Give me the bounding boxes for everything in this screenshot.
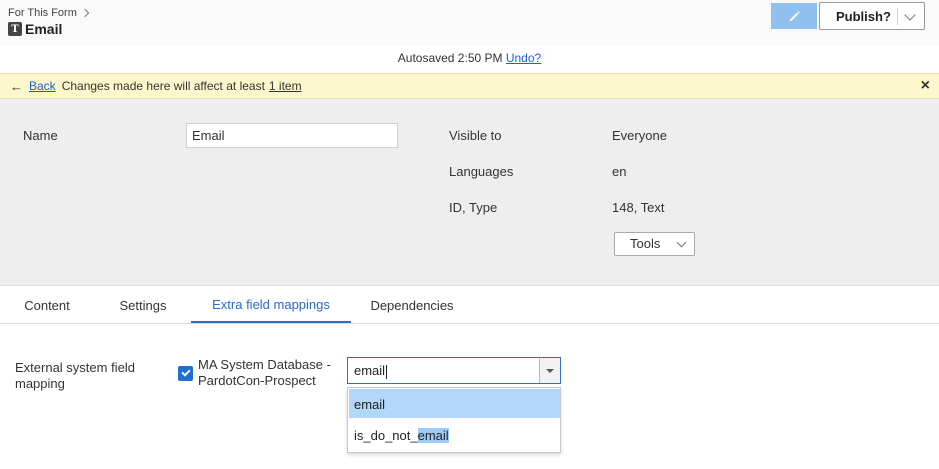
- edit-button[interactable]: [771, 3, 817, 29]
- arrow-left-icon[interactable]: ←: [10, 79, 23, 94]
- id-type-value: 148, Text: [612, 200, 665, 215]
- name-label: Name: [23, 128, 58, 143]
- combobox-value: email: [354, 363, 386, 378]
- back-link[interactable]: Back: [29, 79, 56, 93]
- breadcrumb[interactable]: For This Form: [8, 7, 90, 19]
- tab-settings[interactable]: Settings: [102, 287, 184, 323]
- title-row: T Email: [8, 21, 62, 37]
- affected-items-link[interactable]: 1 item: [269, 79, 302, 93]
- field-mapping-combobox[interactable]: email: [347, 357, 561, 384]
- autosave-status: Autosaved 2:50 PM Undo?: [0, 51, 939, 65]
- undo-link[interactable]: Undo?: [506, 51, 541, 65]
- dropdown-option[interactable]: is_do_not_email: [349, 420, 560, 449]
- tab-content[interactable]: Content: [5, 287, 89, 323]
- autosave-text: Autosaved 2:50 PM: [397, 51, 503, 65]
- tab-bar: Content Settings Extra field mappings De…: [0, 287, 939, 324]
- notice-bar: ← Back Changes made here will affect at …: [0, 73, 939, 99]
- notice-text: Changes made here will affect at least: [61, 79, 265, 93]
- tab-extra-field-mappings[interactable]: Extra field mappings: [191, 287, 351, 323]
- database-checkbox[interactable]: [178, 366, 193, 381]
- option-match: email: [417, 428, 449, 443]
- tab-dependencies[interactable]: Dependencies: [358, 287, 466, 323]
- publish-label: Publish?: [836, 8, 891, 24]
- combobox-dropdown: email is_do_not_email: [347, 387, 561, 453]
- text-type-icon: T: [8, 22, 22, 36]
- database-label[interactable]: MA System Database - PardotCon-Prospect: [198, 357, 343, 389]
- visible-to-value: Everyone: [612, 128, 667, 143]
- chevron-down-icon[interactable]: [904, 9, 916, 21]
- page-header: For This Form T Email Publish?: [0, 0, 939, 46]
- publish-button[interactable]: Publish?: [819, 2, 925, 30]
- languages-value: en: [612, 164, 627, 179]
- combobox-input[interactable]: email: [354, 363, 388, 379]
- publish-divider: [897, 8, 898, 25]
- visible-to-label: Visible to: [449, 128, 502, 143]
- breadcrumb-label[interactable]: For This Form: [8, 7, 77, 19]
- triangle-down-icon: [546, 368, 554, 373]
- pencil-icon: [789, 10, 800, 21]
- tools-label: Tools: [630, 236, 661, 251]
- name-input[interactable]: [186, 123, 398, 148]
- option-match: email: [354, 397, 386, 412]
- id-type-label: ID, Type: [449, 200, 498, 215]
- languages-label: Languages: [449, 164, 514, 179]
- external-field-mapping-label: External system field mapping: [15, 360, 135, 391]
- dropdown-option[interactable]: email: [349, 389, 560, 418]
- properties-panel: Name Visible to Everyone Languages en ID…: [0, 99, 939, 286]
- combobox-toggle-button[interactable]: [539, 358, 560, 383]
- close-icon[interactable]: ×: [921, 77, 930, 95]
- page-title: Email: [25, 21, 63, 37]
- chevron-down-icon: [676, 237, 687, 248]
- text-cursor: [386, 364, 388, 379]
- tools-button[interactable]: Tools: [614, 232, 695, 256]
- chevron-right-icon: [80, 8, 90, 18]
- option-prefix: is_do_not_: [354, 428, 418, 443]
- checkmark-icon: [180, 367, 191, 377]
